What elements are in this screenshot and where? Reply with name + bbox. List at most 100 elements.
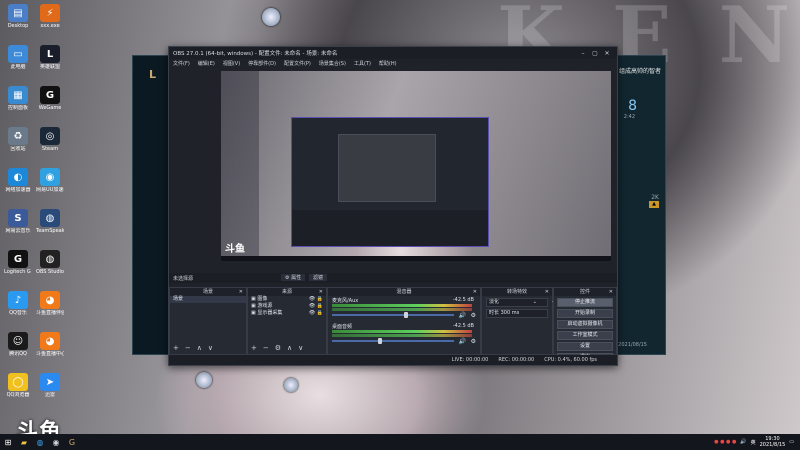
lol-badge: ▲ bbox=[649, 201, 659, 208]
volume-meter bbox=[332, 330, 472, 333]
obs-window[interactable]: OBS 27.0.1 (64-bit, windows) - 配置文件: 未命名… bbox=[168, 46, 618, 366]
duration-field[interactable]: 时长 300 ms bbox=[486, 309, 548, 318]
lol-logo: L bbox=[149, 68, 157, 81]
dock-close-icon[interactable]: ✕ bbox=[473, 288, 477, 296]
desktop-icon-label: 回收站 bbox=[10, 146, 26, 152]
start-recording-button[interactable]: 开始录制 bbox=[557, 309, 613, 318]
source-item-display[interactable]: ▣ 显示器采集 👁 🔒 bbox=[248, 310, 326, 317]
desktop-icon[interactable]: ◐ 网络加速器 bbox=[4, 168, 32, 193]
transition-select[interactable]: 淡化⌄+ bbox=[486, 298, 556, 307]
live-timer: LIVE: 00:00:00 bbox=[451, 357, 489, 363]
desktop-icon[interactable]: L 英雄联盟 bbox=[36, 45, 64, 70]
studio-mode-button[interactable]: 工作室模式 bbox=[557, 331, 613, 340]
settings-button[interactable]: 设置 bbox=[557, 342, 613, 351]
notification-icon[interactable]: ▭ bbox=[789, 439, 794, 445]
preview-desktop-icons bbox=[221, 71, 259, 261]
dock-close-icon[interactable]: ✕ bbox=[545, 288, 549, 296]
desktop-icon[interactable]: ◉网易UU加速器 bbox=[36, 168, 64, 193]
scenes-dock: 场景 ✕ 场景 +−∧∨ bbox=[169, 287, 247, 355]
dock-close-icon[interactable]: ✕ bbox=[239, 288, 243, 296]
gear-icon[interactable]: ⚙ bbox=[471, 338, 476, 345]
desktop-icon-label: 网易云音乐 bbox=[5, 228, 31, 234]
desktop-icon[interactable]: ⚡ xxx.exe bbox=[36, 4, 64, 29]
ime-indicator[interactable]: 英 bbox=[751, 439, 756, 446]
source-item-image[interactable]: ▣ 图像 👁 🔒 bbox=[248, 296, 326, 303]
properties-button[interactable]: ⚙ 属性 bbox=[281, 274, 306, 281]
desktop-icon-label: 腾讯QQ bbox=[9, 351, 27, 357]
desktop-icon[interactable]: ◯ QQ浏览器 bbox=[4, 373, 32, 398]
desktop-icon[interactable]: ▤ Desktop bbox=[4, 4, 32, 29]
close-icon[interactable]: ✕ bbox=[601, 50, 613, 57]
lol-timer: 2:42 bbox=[623, 114, 635, 120]
desktop-icon[interactable]: ◍ OBS Studio bbox=[36, 250, 64, 275]
desktop-icon[interactable]: ♪ QQ音乐 bbox=[4, 291, 32, 316]
app-icon: ▦ bbox=[8, 86, 28, 104]
scene-item[interactable]: 场景 bbox=[170, 296, 246, 303]
desktop-icon[interactable]: ▦ 控制面板 bbox=[4, 86, 32, 111]
speaker-icon[interactable]: 🔊 bbox=[459, 338, 466, 345]
desktop-icon[interactable]: ◕ 斗鱼直播伴侣 bbox=[36, 291, 64, 316]
source-item-game[interactable]: ▣ 游戏源 👁 🔒 bbox=[248, 303, 326, 310]
rose-decoration bbox=[196, 372, 212, 388]
volume-slider[interactable] bbox=[332, 314, 454, 316]
desktop-icon-label: 网络加速器 bbox=[5, 187, 31, 193]
menu-item[interactable]: 文件(F) bbox=[173, 60, 190, 67]
obs-statusbar: LIVE: 00:00:00 REC: 00:00:00 CPU: 0.4%, … bbox=[169, 355, 617, 365]
preview-taskbar bbox=[221, 256, 611, 261]
channel-db: -42.5 dB bbox=[452, 323, 474, 329]
desktop-icon[interactable]: ◎ Steam bbox=[36, 127, 64, 152]
app-icon: ◕ bbox=[40, 332, 60, 350]
stop-streaming-button[interactable]: 停止推流 bbox=[557, 298, 613, 307]
lol-level-number: 8 bbox=[628, 98, 637, 114]
nested-preview-inner bbox=[338, 134, 436, 202]
obs-preview[interactable]: 斗鱼 bbox=[221, 71, 611, 261]
clock[interactable]: 19:30 2021/8/15 bbox=[760, 436, 786, 448]
desktop-icon[interactable]: G WeGame bbox=[36, 86, 64, 111]
volume-slider-handle[interactable] bbox=[378, 338, 382, 344]
menu-item[interactable]: 场景集合(S) bbox=[319, 60, 346, 67]
source-controls[interactable]: +−⚙∧∨ bbox=[251, 344, 309, 352]
desktop-icon[interactable]: ➤ 迅雷 bbox=[36, 373, 64, 398]
filters-button[interactable]: 滤镜 bbox=[309, 274, 328, 281]
scenes-dock-title: 场景 bbox=[202, 289, 213, 295]
menu-item[interactable]: 配置文件(P) bbox=[284, 60, 311, 67]
browser-icon[interactable]: ◍ bbox=[32, 434, 48, 450]
maximize-icon[interactable]: ▢ bbox=[589, 50, 601, 57]
desktop-icon[interactable]: ◍TeamSpeak 3 bbox=[36, 209, 64, 234]
menu-item[interactable]: 视图(V) bbox=[223, 60, 240, 67]
volume-slider-handle[interactable] bbox=[404, 312, 408, 318]
menu-item[interactable]: 工具(T) bbox=[354, 60, 371, 67]
taskbar: ⊞ ▰ ◍ ◉ G ● ● ● ● 🔊 英 19:30 2021/8/15 ▭ bbox=[0, 434, 800, 450]
desktop-icon[interactable]: ▭ 此电脑 bbox=[4, 45, 32, 70]
lol-news-title[interactable]: 组成高帅的智者 bbox=[619, 66, 661, 75]
volume-icon[interactable]: 🔊 bbox=[740, 439, 746, 445]
obs-title: OBS 27.0.1 (64-bit, windows) - 配置文件: 未命名… bbox=[173, 51, 338, 57]
obs-taskbar-icon[interactable]: ◉ bbox=[48, 434, 64, 450]
lol-taskbar-icon[interactable]: G bbox=[64, 434, 80, 450]
dock-close-icon[interactable]: ✕ bbox=[609, 288, 613, 296]
menu-item[interactable]: 帮助(H) bbox=[379, 60, 397, 67]
minimize-icon[interactable]: – bbox=[577, 50, 589, 57]
virtual-camera-button[interactable]: 启动虚拟摄像机 bbox=[557, 320, 613, 329]
desktop-icon[interactable]: ♻ 回收站 bbox=[4, 127, 32, 152]
menu-item[interactable]: 编辑(E) bbox=[198, 60, 215, 67]
dock-close-icon[interactable]: ✕ bbox=[319, 288, 323, 296]
mixer-channel-desktop: 桌面音频 -42.5 dB 🔊 ⚙ bbox=[328, 322, 480, 348]
volume-slider[interactable] bbox=[332, 340, 454, 342]
desktop-icon[interactable]: GLogitech G HUB bbox=[4, 250, 32, 275]
rose-decoration bbox=[262, 8, 280, 26]
folder-icon[interactable]: ▰ bbox=[16, 434, 32, 450]
app-icon: ♪ bbox=[8, 291, 28, 309]
tray-icons[interactable]: ● ● ● ● bbox=[714, 439, 736, 445]
menu-item[interactable]: 停靠部件(D) bbox=[248, 60, 276, 67]
gear-icon[interactable]: ⚙ bbox=[471, 312, 476, 319]
desktop-icon[interactable]: ◕ 斗鱼直播中心 bbox=[36, 332, 64, 357]
obs-titlebar[interactable]: OBS 27.0.1 (64-bit, windows) - 配置文件: 未命名… bbox=[169, 47, 617, 59]
speaker-icon[interactable]: 🔊 bbox=[459, 312, 466, 319]
desktop-icon[interactable]: ☺ 腾讯QQ bbox=[4, 332, 32, 357]
desktop-icon[interactable]: S 网易云音乐 bbox=[4, 209, 32, 234]
scene-controls[interactable]: +−∧∨ bbox=[173, 344, 219, 352]
nested-docks bbox=[292, 210, 488, 246]
app-icon: ♻ bbox=[8, 127, 28, 145]
start-icon[interactable]: ⊞ bbox=[0, 434, 16, 450]
